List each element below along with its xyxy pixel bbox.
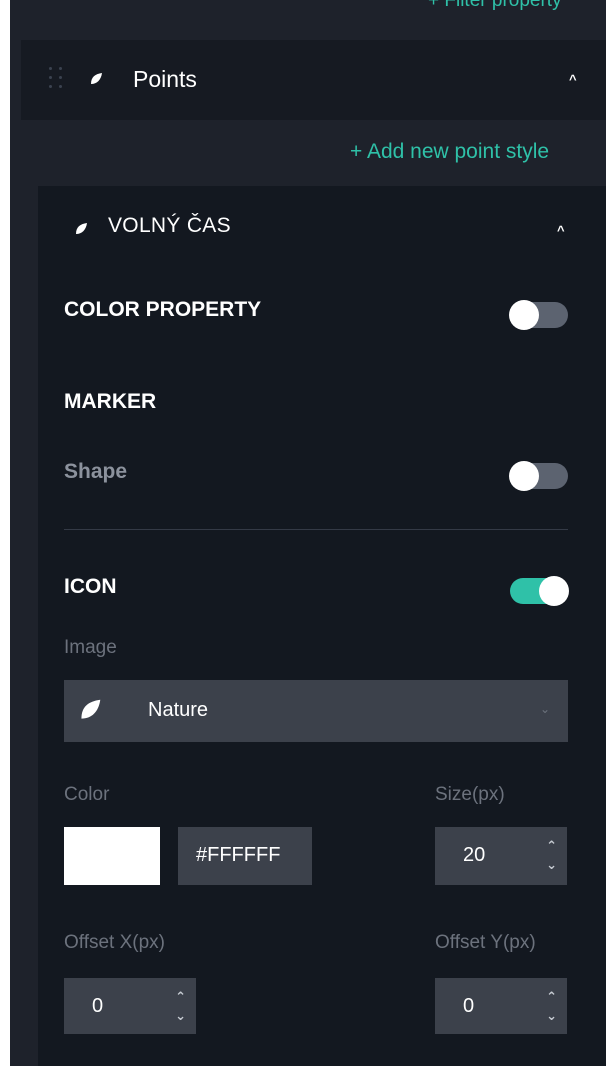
image-label: Image: [64, 637, 117, 658]
divider: [64, 529, 568, 530]
collapse-section-chevron-icon[interactable]: ^: [569, 72, 577, 87]
offset-x-stepper[interactable]: 0 ⌃ ⌄: [64, 978, 196, 1034]
decrement-icon[interactable]: ⌄: [546, 1009, 557, 1022]
drag-handle-icon[interactable]: [49, 67, 67, 95]
point-style-title: VOLNÝ ČAS: [108, 214, 231, 237]
color-label: Color: [64, 784, 110, 805]
increment-icon[interactable]: ⌃: [175, 990, 186, 1003]
increment-icon[interactable]: ⌃: [546, 839, 557, 852]
offset-y-stepper[interactable]: 0 ⌃ ⌄: [435, 978, 567, 1034]
icon-toggle[interactable]: [510, 576, 569, 606]
style-panel: + Filter property Points ^ + Add new poi…: [10, 0, 606, 1066]
icon-label: ICON: [64, 575, 117, 598]
decrement-icon[interactable]: ⌄: [546, 858, 557, 871]
color-hex-value: #FFFFFF: [196, 844, 281, 866]
decrement-icon[interactable]: ⌄: [175, 1009, 186, 1022]
size-stepper[interactable]: 20 ⌃ ⌄: [435, 827, 567, 885]
marker-label: MARKER: [64, 390, 157, 413]
offset-x-value: 0: [92, 995, 104, 1017]
image-select[interactable]: Nature ⌄: [64, 680, 568, 742]
leaf-icon: [76, 223, 87, 234]
color-property-toggle[interactable]: [509, 300, 568, 330]
shape-label: Shape: [64, 460, 128, 483]
color-swatch[interactable]: [64, 827, 160, 885]
offset-y-value: 0: [463, 995, 475, 1017]
section-title: Points: [133, 66, 197, 92]
image-select-value: Nature: [148, 699, 209, 721]
offset-x-label: Offset X(px): [64, 932, 166, 953]
size-label: Size(px): [435, 784, 505, 805]
add-point-style-button[interactable]: + Add new point style: [350, 140, 549, 164]
collapse-style-chevron-icon[interactable]: ^: [557, 223, 565, 238]
shape-toggle[interactable]: [509, 461, 568, 491]
size-value: 20: [463, 844, 486, 866]
nature-leaf-icon: [81, 699, 101, 719]
color-property-label: COLOR PROPERTY: [64, 298, 262, 321]
color-hex-input[interactable]: #FFFFFF: [178, 827, 312, 885]
points-section-header[interactable]: Points ^: [21, 40, 606, 120]
chevron-down-icon: ⌄: [539, 702, 550, 716]
leaf-icon: [91, 73, 102, 84]
increment-icon[interactable]: ⌃: [546, 990, 557, 1003]
offset-y-label: Offset Y(px): [435, 932, 536, 953]
filter-property-link[interactable]: + Filter property: [428, 0, 562, 14]
